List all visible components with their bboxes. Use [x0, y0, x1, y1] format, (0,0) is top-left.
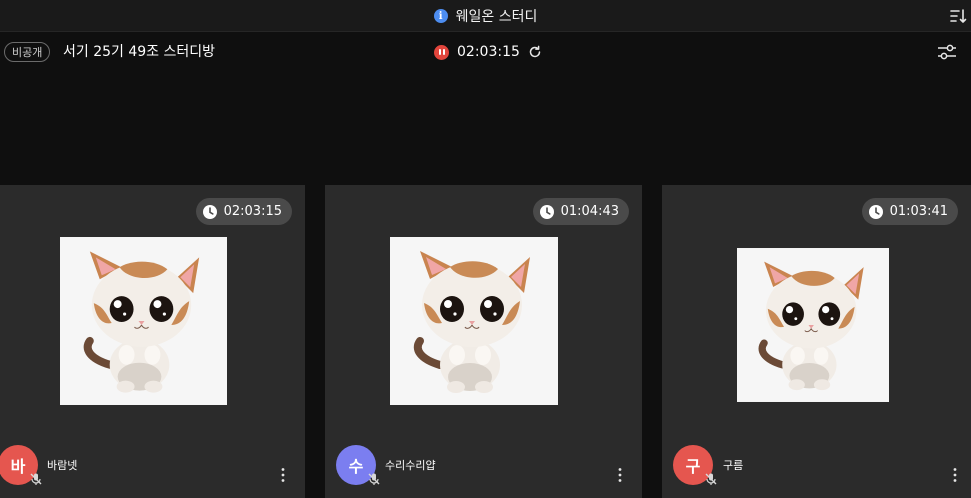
- cat-image: [737, 248, 889, 402]
- cat-image: [390, 237, 558, 405]
- video-feed: [390, 237, 558, 405]
- video-feed: [60, 237, 227, 405]
- participant-info: 수 수리수리얍: [325, 438, 642, 498]
- pause-icon[interactable]: [434, 44, 449, 60]
- clock-icon: [868, 204, 883, 219]
- study-time-text: 02:03:15: [223, 204, 282, 219]
- study-time-text: 01:04:43: [560, 204, 619, 219]
- participant-info: 바 바람넷: [0, 438, 305, 498]
- mic-off-icon: [368, 473, 380, 485]
- mic-off-icon: [30, 473, 42, 485]
- study-time-badge: 01:04:43: [532, 198, 629, 225]
- more-vertical-icon[interactable]: [280, 467, 286, 483]
- sort-icon[interactable]: [949, 7, 967, 25]
- avatar-initial: 수: [348, 457, 364, 476]
- room-timer-text: 02:03:15: [457, 44, 520, 60]
- room-timer: 02:03:15: [434, 42, 542, 62]
- room-name: 서기 25기 49조 스터디방: [63, 44, 216, 60]
- sliders-icon[interactable]: [937, 42, 957, 62]
- cat-image: [60, 237, 227, 405]
- avatar-initial: 바: [10, 457, 26, 476]
- clock-icon: [202, 204, 217, 219]
- participant-tile[interactable]: 01:04:43 수 수리수리얍: [325, 185, 642, 498]
- room-header: 비공개 서기 25기 49조 스터디방 02:03:15: [0, 33, 971, 71]
- study-time-text: 01:03:41: [889, 204, 948, 219]
- refresh-icon[interactable]: [528, 45, 542, 59]
- clock-icon: [539, 204, 554, 219]
- visibility-badge: 비공개: [4, 42, 51, 62]
- study-time-badge: 02:03:15: [195, 198, 292, 225]
- mic-off-icon: [705, 473, 717, 485]
- more-vertical-icon[interactable]: [617, 467, 623, 483]
- participant-tile[interactable]: 01:03:41 구 구름: [662, 185, 971, 498]
- study-time-badge: 01:03:41: [861, 198, 958, 225]
- video-feed: [737, 248, 889, 402]
- more-vertical-icon[interactable]: [952, 467, 958, 483]
- avatar-initial: 구: [685, 457, 701, 476]
- app-title: 웨일온 스터디: [455, 9, 538, 25]
- title-bar: i 웨일온 스터디: [0, 0, 971, 32]
- participant-info: 구 구름: [662, 438, 971, 498]
- window-title: i 웨일온 스터디: [0, 0, 971, 32]
- participant-name: 구름: [723, 459, 744, 472]
- participant-tile[interactable]: 02:03:15 바 바람넷: [0, 185, 305, 498]
- participant-name: 바람넷: [47, 459, 78, 472]
- participant-name: 수리수리얍: [385, 459, 436, 472]
- info-icon[interactable]: i: [433, 9, 448, 23]
